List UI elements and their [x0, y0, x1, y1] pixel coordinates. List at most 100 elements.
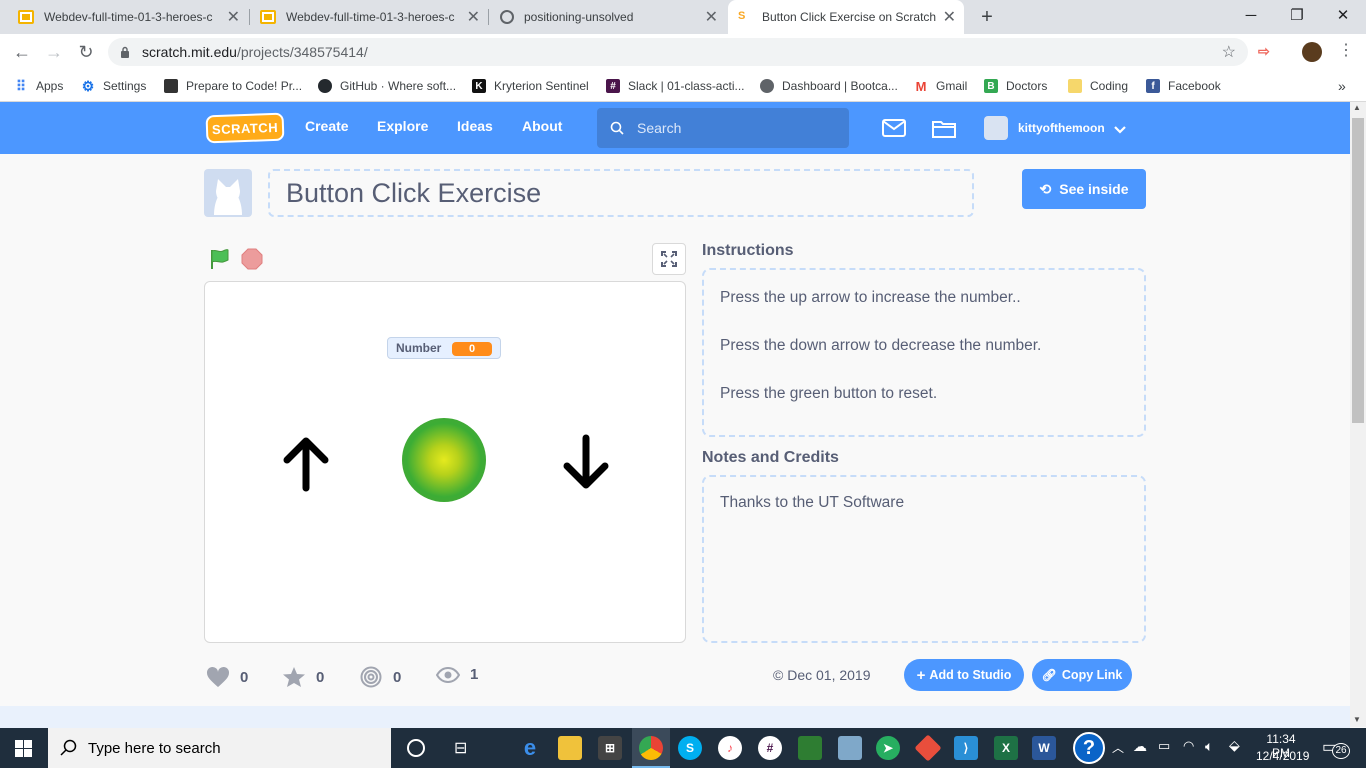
bookmark-prepare[interactable]: Prepare to Code! Pr... [164, 76, 302, 96]
volume-icon[interactable]: 🔈︎ [1205, 738, 1213, 755]
cortana-icon[interactable] [407, 739, 425, 757]
help-icon[interactable]: ? [1073, 732, 1105, 764]
close-icon[interactable]: ✕ [705, 7, 718, 27]
bookmark-settings[interactable]: ⚙ Settings [81, 76, 147, 96]
instruction-line: Press the up arrow to increase the numbe… [720, 289, 1021, 306]
skype-icon[interactable]: S [678, 736, 702, 760]
bookmark-doctors[interactable]: B Doctors [984, 76, 1047, 96]
browser-tab-2[interactable]: Webdev-full-time-01-3-heroes-c ✕ [250, 0, 488, 34]
minimize-icon[interactable]: ─ [1228, 0, 1274, 30]
excel-icon[interactable]: X [994, 736, 1018, 760]
nav-create[interactable]: Create [305, 118, 349, 134]
file-explorer-icon[interactable] [558, 736, 582, 760]
chevron-down-icon[interactable] [1114, 122, 1126, 134]
down-arrow-sprite[interactable] [561, 434, 611, 492]
green-reset-button-sprite[interactable] [402, 418, 486, 502]
forward-arrow-icon[interactable]: → [42, 40, 66, 64]
battery-icon[interactable]: ▭ [1158, 738, 1170, 754]
bookmark-github[interactable]: GitHub · Where soft... [318, 76, 456, 96]
folder-icon [1068, 79, 1082, 93]
bookmarks-overflow[interactable]: » [1338, 76, 1346, 96]
word-icon[interactable]: W [1032, 736, 1056, 760]
send-icon[interactable]: ➤ [876, 736, 900, 760]
user-avatar[interactable] [984, 116, 1008, 140]
author-avatar[interactable] [204, 169, 252, 217]
close-icon[interactable]: ✕ [943, 7, 956, 27]
bookmark-facebook[interactable]: f Facebook [1146, 76, 1221, 96]
my-stuff-folder-icon[interactable] [932, 118, 956, 138]
project-title-field[interactable]: Button Click Exercise [268, 169, 974, 217]
close-icon[interactable]: ✕ [227, 7, 240, 27]
scroll-up-icon[interactable]: ▲ [1353, 103, 1361, 112]
git-icon[interactable] [914, 734, 942, 762]
browser-tab-3[interactable]: positioning-unsolved ✕ [490, 0, 726, 34]
add-to-studio-button[interactable]: + Add to Studio [904, 659, 1024, 691]
menu-dots-icon[interactable]: ⋮ [1338, 40, 1354, 60]
windows-taskbar: Type here to search ⊟ e ⊞ S ♪ # ➤ ⟩ X W … [0, 728, 1366, 768]
stop-sign-icon[interactable] [241, 248, 263, 270]
sheets-icon[interactable] [798, 736, 822, 760]
tray-chevron-up-icon[interactable]: ︿ [1112, 739, 1124, 756]
new-tab-button[interactable]: + [976, 6, 998, 28]
bookmark-label: Doctors [1006, 79, 1048, 93]
bookmark-apps[interactable]: ⠿ Apps [14, 76, 64, 96]
browser-tab-1[interactable]: Webdev-full-time-01-3-heroes-c ✕ [8, 0, 248, 34]
star-icon[interactable]: ☆ [1222, 42, 1236, 62]
bookmark-slack[interactable]: # Slack | 01-class-acti... [606, 76, 744, 96]
nav-ideas[interactable]: Ideas [457, 118, 493, 134]
browser-tab-active[interactable]: S Button Click Exercise on Scratch ✕ [728, 0, 964, 34]
restore-icon[interactable]: ❐ [1274, 0, 1320, 30]
eye-icon [436, 666, 460, 683]
reload-icon[interactable]: ↻ [74, 40, 98, 64]
onedrive-icon[interactable]: ☁ [1133, 738, 1147, 755]
windows-start-icon[interactable] [15, 740, 32, 757]
profile-avatar[interactable] [1302, 42, 1322, 62]
close-icon[interactable]: ✕ [467, 7, 480, 27]
clock-date[interactable]: 12/4/2019 [1256, 749, 1309, 763]
scrollbar-thumb[interactable] [1352, 118, 1364, 423]
vscode-icon[interactable]: ⟩ [954, 736, 978, 760]
chrome-icon[interactable] [639, 736, 663, 760]
bookmark-gmail[interactable]: M Gmail [914, 76, 968, 96]
username[interactable]: kittyofthemoon [1018, 121, 1105, 135]
nav-about[interactable]: About [522, 118, 562, 134]
scratch-logo[interactable]: SCRATCH [205, 112, 285, 144]
messages-icon[interactable] [882, 119, 906, 137]
fullscreen-button[interactable] [652, 243, 686, 275]
dropbox-icon[interactable]: ⬙ [1229, 737, 1240, 754]
bookmark-dashboard[interactable]: Dashboard | Bootca... [760, 76, 898, 96]
bookmark-coding[interactable]: Coding [1068, 76, 1128, 96]
itunes-icon[interactable]: ♪ [718, 736, 742, 760]
close-window-icon[interactable]: ✕ [1320, 0, 1366, 30]
search-icon [610, 121, 624, 135]
taskbar-search-input[interactable]: Type here to search [48, 728, 391, 768]
url-path: /projects/348575414/ [236, 44, 368, 60]
bookmark-label: Dashboard | Bootca... [782, 79, 898, 93]
project-date: © Dec 01, 2019 [773, 667, 871, 683]
love-count: 0 [240, 668, 249, 686]
green-flag-icon[interactable] [208, 247, 232, 271]
back-arrow-icon[interactable]: ← [10, 40, 34, 64]
notification-center[interactable]: ▭ 26 [1322, 737, 1350, 759]
address-bar[interactable]: scratch.mit.edu/projects/348575414/ ☆ [108, 38, 1248, 66]
task-view-icon[interactable]: ⊟ [454, 738, 467, 758]
extension-icon[interactable]: ⇨ [1258, 43, 1276, 61]
scroll-down-icon[interactable]: ▼ [1353, 715, 1361, 724]
gear-icon: ⚙ [81, 77, 95, 94]
instructions-box[interactable]: Press the up arrow to increase the numbe… [702, 268, 1146, 437]
project-stage[interactable]: Number 0 [204, 281, 686, 643]
notes-app-icon[interactable] [838, 736, 862, 760]
favorite-stat[interactable]: 0 [282, 666, 324, 688]
notes-box[interactable]: Thanks to the UT Software [702, 475, 1146, 643]
search-input[interactable]: Search [597, 108, 849, 148]
up-arrow-sprite[interactable] [281, 434, 331, 492]
copy-link-button[interactable]: 🔗︎ Copy Link [1032, 659, 1132, 691]
nav-explore[interactable]: Explore [377, 118, 428, 134]
edge-icon[interactable]: e [518, 735, 542, 760]
bookmark-kryterion[interactable]: K Kryterion Sentinel [472, 76, 589, 96]
wifi-icon[interactable]: ◠ [1183, 738, 1194, 754]
see-inside-button[interactable]: ⟲ See inside [1022, 169, 1146, 209]
slack-icon[interactable]: # [758, 736, 782, 760]
love-stat[interactable]: 0 [206, 666, 248, 688]
store-icon[interactable]: ⊞ [598, 736, 622, 760]
